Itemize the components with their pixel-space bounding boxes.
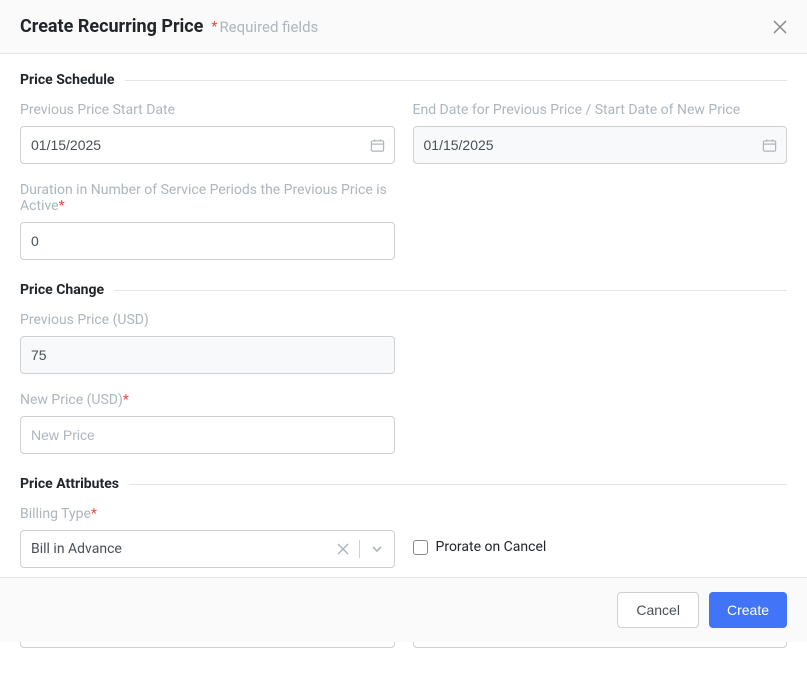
prev-price-label: Previous Price (USD) [20, 312, 395, 328]
section-divider [114, 290, 787, 291]
required-hint: Required fields [219, 18, 318, 36]
section-title: Price Change [20, 282, 114, 298]
duration-label: Duration in Number of Service Periods th… [20, 182, 395, 214]
dialog-footer: Cancel Create [0, 577, 807, 642]
prev-start-date-label: Previous Price Start Date [20, 102, 395, 118]
section-title: Price Schedule [20, 72, 125, 88]
new-price-label: New Price (USD)* [20, 392, 395, 408]
select-divider [359, 540, 360, 558]
section-price-change: Price Change Previous Price (USD) New Pr… [20, 282, 787, 454]
dialog-title: Create Recurring Price [20, 16, 203, 37]
section-title-row: Price Attributes [20, 476, 787, 492]
section-divider [129, 484, 787, 485]
end-start-date-input[interactable] [413, 126, 788, 164]
billing-type-label: Billing Type* [20, 506, 395, 522]
create-button[interactable]: Create [709, 592, 787, 628]
clear-icon[interactable] [331, 543, 355, 555]
cancel-button[interactable]: Cancel [617, 592, 699, 628]
section-title-row: Price Schedule [20, 72, 787, 88]
end-start-date-label: End Date for Previous Price / Start Date… [413, 102, 788, 118]
prorate-on-cancel-label: Prorate on Cancel [436, 539, 547, 555]
chevron-down-icon [364, 542, 384, 556]
close-icon[interactable] [773, 20, 787, 34]
billing-type-value: Bill in Advance [31, 541, 331, 557]
duration-input[interactable] [20, 222, 395, 260]
billing-type-select[interactable]: Bill in Advance [20, 530, 395, 568]
section-divider [125, 80, 788, 81]
new-price-input[interactable] [20, 416, 395, 454]
required-asterisk: * [211, 19, 217, 35]
section-title: Price Attributes [20, 476, 129, 492]
prev-start-date-input[interactable] [20, 126, 395, 164]
section-price-schedule: Price Schedule Previous Price Start Date… [20, 72, 787, 260]
prev-price-input[interactable] [20, 336, 395, 374]
dialog-header: Create Recurring Price * Required fields [0, 0, 807, 54]
prorate-on-cancel-checkbox[interactable] [413, 540, 428, 555]
section-title-row: Price Change [20, 282, 787, 298]
